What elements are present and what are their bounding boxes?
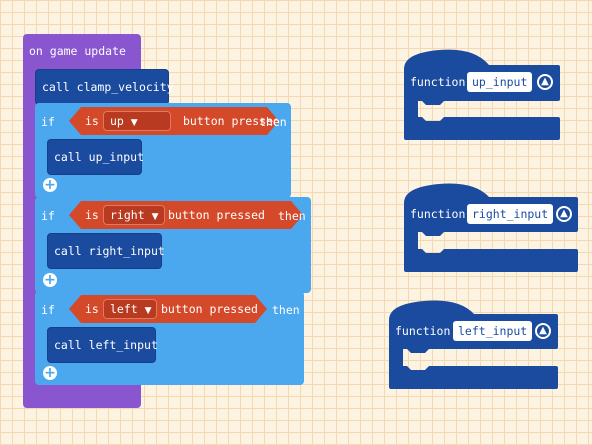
call-label: call clamp_velocity: [42, 80, 174, 94]
then-label: then: [278, 209, 306, 223]
function-name-field[interactable]: right_input: [467, 204, 554, 224]
if-label: if: [41, 115, 55, 129]
plus-circle-icon[interactable]: +: [43, 273, 57, 287]
function-label: function: [410, 207, 466, 221]
caret-down-icon: ▼: [144, 306, 152, 316]
caret-down-icon: ▼: [151, 212, 159, 222]
if-label: if: [41, 209, 55, 223]
plus-circle-icon[interactable]: +: [43, 178, 57, 192]
chevron-up-circle-icon[interactable]: ▲: [537, 74, 553, 90]
call-label: call left_input: [54, 338, 158, 352]
button-dropdown[interactable]: left ▼: [103, 299, 157, 319]
button-dropdown-value: up: [110, 114, 124, 128]
button-dropdown-value: right: [110, 208, 145, 222]
function-block-shape: [389, 300, 558, 389]
button-pressed-predicate[interactable]: is left ▼ button pressed: [69, 295, 267, 323]
plus-circle-icon[interactable]: +: [43, 366, 57, 380]
function-label: function: [410, 75, 466, 89]
button-dropdown-value: left: [110, 302, 138, 316]
chevron-up-circle-icon[interactable]: ▲: [556, 206, 572, 222]
call-left-input-block[interactable]: call left_input: [47, 327, 158, 363]
is-label: is: [85, 114, 99, 128]
function-block-shape: [404, 183, 578, 272]
event-label: on game update: [29, 44, 126, 58]
function-name-field[interactable]: up_input: [467, 72, 533, 92]
caret-down-icon: ▼: [130, 118, 138, 128]
then-label: then: [272, 303, 300, 317]
call-up-input-block[interactable]: call up_input: [47, 139, 145, 175]
function-block-shape: [404, 49, 560, 141]
then-label: then: [259, 115, 287, 129]
function-name-field[interactable]: left_input: [453, 321, 533, 341]
call-right-input-block[interactable]: call right_input: [47, 233, 165, 269]
function-up-input-definition[interactable]: function up_input ▲: [404, 49, 562, 142]
button-pressed-predicate[interactable]: is right ▼ button pressed: [69, 201, 303, 229]
button-pressed-label: button pressed: [168, 208, 265, 222]
button-dropdown[interactable]: up ▼: [103, 111, 171, 131]
call-clamp-velocity-block[interactable]: call clamp_velocity: [35, 69, 174, 105]
button-pressed-predicate[interactable]: is up ▼ button pressed: [69, 107, 279, 135]
chevron-up-circle-icon[interactable]: ▲: [535, 323, 551, 339]
button-pressed-label: button pressed: [161, 302, 258, 316]
call-label: call up_input: [54, 150, 145, 164]
button-dropdown[interactable]: right ▼: [103, 205, 165, 225]
function-label: function: [395, 324, 451, 338]
function-right-input-definition[interactable]: function right_input ▲: [404, 183, 582, 275]
is-label: is: [85, 302, 99, 316]
function-left-input-definition[interactable]: function left_input ▲: [389, 300, 561, 392]
if-label: if: [41, 303, 55, 317]
is-label: is: [85, 208, 99, 222]
call-label: call right_input: [54, 244, 165, 258]
